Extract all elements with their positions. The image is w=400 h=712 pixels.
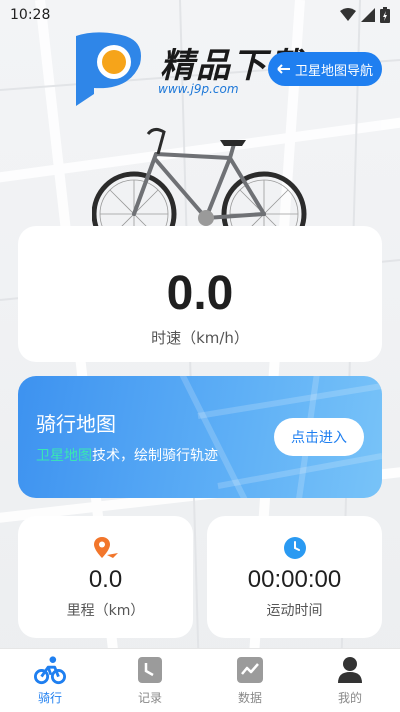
tab-records-label: 记录 [137, 691, 162, 705]
speed-card: 0.0 时速（km/h） [18, 226, 382, 362]
map-card-desc-text: 技术，绘制骑行轨迹 [92, 448, 218, 464]
cyclist-icon [34, 656, 66, 685]
clock-icon [283, 537, 306, 559]
duration-card: 00:00:00 运动时间 [207, 516, 382, 638]
p-logo-icon [76, 32, 141, 106]
tab-riding-label: 骑行 [37, 691, 62, 705]
chart-icon [237, 657, 263, 683]
watermark-url: www.j9p.com [158, 82, 239, 96]
riding-map-card[interactable]: 骑行地图 卫星地图技术，绘制骑行轨迹 点击进入 [18, 376, 382, 498]
tab-profile-label: 我的 [337, 691, 362, 705]
distance-value: 0.0 [88, 566, 123, 593]
satellite-navigation-label: 卫星地图导航 [294, 63, 373, 79]
enter-map-button[interactable]: 点击进入 [274, 418, 364, 456]
tab-records[interactable]: 记录 [100, 649, 200, 712]
location-bike-icon [93, 537, 118, 558]
profile-icon [338, 657, 362, 683]
tab-riding[interactable]: 骑行 [0, 649, 100, 712]
bottom-tab-bar: 骑行 记录 数据 我的 [0, 648, 400, 712]
tab-data-label: 数据 [237, 691, 262, 705]
tab-data[interactable]: 数据 [200, 649, 300, 712]
duration-label: 运动时间 [266, 603, 323, 619]
duration-value: 00:00:00 [247, 566, 342, 593]
map-card-title: 骑行地图 [36, 412, 116, 436]
battery-icon [380, 7, 390, 23]
wifi-icon [340, 8, 356, 21]
map-card-highlight: 卫星地图 [36, 448, 92, 464]
satellite-navigation-button[interactable]: 卫星地图导航 [268, 52, 382, 86]
record-icon [138, 657, 162, 683]
distance-label: 里程（km） [66, 603, 145, 619]
speed-value: 0.0 [166, 267, 234, 320]
arrow-icon [277, 64, 290, 74]
status-bar: 10:28 [0, 0, 400, 30]
signal-icon [361, 8, 375, 22]
tab-profile[interactable]: 我的 [300, 649, 400, 712]
map-card-description: 卫星地图技术，绘制骑行轨迹 [36, 445, 218, 465]
status-time: 10:28 [10, 7, 51, 23]
distance-card: 0.0 里程（km） [18, 516, 193, 638]
speed-label: 时速（km/h） [151, 329, 249, 347]
